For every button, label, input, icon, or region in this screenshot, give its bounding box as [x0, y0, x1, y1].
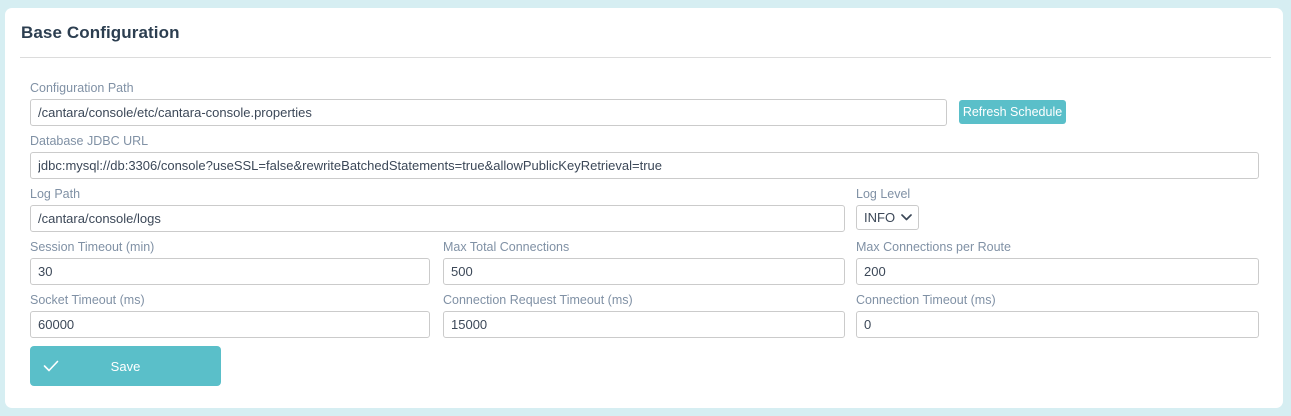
log-level-selected-value: INFO: [864, 210, 895, 225]
max-total-connections-group: Max Total Connections: [443, 240, 845, 285]
log-path-label: Log Path: [30, 187, 845, 201]
save-button-label: Save: [111, 359, 141, 374]
database-jdbc-url-group: Database JDBC URL: [30, 134, 1259, 179]
page-title: Base Configuration: [21, 22, 1271, 44]
max-total-connections-input[interactable]: [443, 258, 845, 285]
socket-timeout-group: Socket Timeout (ms): [30, 293, 430, 338]
socket-timeout-input[interactable]: [30, 311, 430, 338]
connection-request-timeout-group: Connection Request Timeout (ms): [443, 293, 845, 338]
check-icon: [43, 360, 59, 372]
configuration-path-group: Configuration Path: [30, 81, 947, 126]
card-header: Base Configuration: [5, 8, 1283, 57]
connection-timeout-group: Connection Timeout (ms): [856, 293, 1259, 338]
configuration-path-input[interactable]: [30, 99, 947, 126]
max-connections-per-route-label: Max Connections per Route: [856, 240, 1259, 254]
socket-timeout-label: Socket Timeout (ms): [30, 293, 430, 307]
page-background: Base Configuration Configuration Path Re…: [0, 0, 1291, 416]
timeouts-row-2: Socket Timeout (ms) Connection Request T…: [30, 293, 1259, 338]
database-jdbc-url-input[interactable]: [30, 152, 1259, 179]
timeouts-row-1: Session Timeout (min) Max Total Connecti…: [30, 240, 1259, 285]
log-level-label: Log Level: [856, 187, 919, 201]
max-total-connections-label: Max Total Connections: [443, 240, 845, 254]
max-connections-per-route-group: Max Connections per Route: [856, 240, 1259, 285]
configuration-path-label: Configuration Path: [30, 81, 947, 95]
log-level-select[interactable]: INFO: [856, 205, 919, 230]
connection-request-timeout-input[interactable]: [443, 311, 845, 338]
connection-timeout-input[interactable]: [856, 311, 1259, 338]
session-timeout-label: Session Timeout (min): [30, 240, 430, 254]
base-configuration-form: Configuration Path Refresh Schedule Data…: [5, 58, 1283, 386]
log-path-group: Log Path: [30, 187, 845, 232]
connection-request-timeout-label: Connection Request Timeout (ms): [443, 293, 845, 307]
refresh-schedule-button[interactable]: Refresh Schedule: [959, 100, 1066, 124]
log-row: Log Path Log Level INFO: [30, 187, 1259, 232]
save-button[interactable]: Save: [30, 346, 221, 386]
configuration-path-row: Configuration Path Refresh Schedule: [30, 81, 1259, 126]
log-level-group: Log Level INFO: [856, 187, 919, 230]
base-configuration-card: Base Configuration Configuration Path Re…: [5, 8, 1283, 408]
connection-timeout-label: Connection Timeout (ms): [856, 293, 1259, 307]
database-jdbc-url-label: Database JDBC URL: [30, 134, 1259, 148]
log-path-input[interactable]: [30, 205, 845, 232]
session-timeout-input[interactable]: [30, 258, 430, 285]
max-connections-per-route-input[interactable]: [856, 258, 1259, 285]
chevron-down-icon: [901, 214, 912, 221]
session-timeout-group: Session Timeout (min): [30, 240, 430, 285]
